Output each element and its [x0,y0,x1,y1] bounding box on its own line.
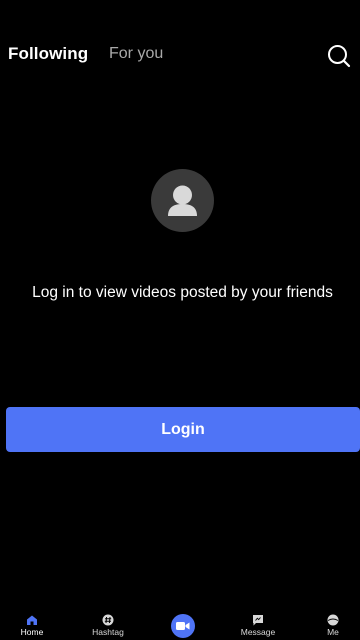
hashtag-icon [102,613,114,626]
bottom-navigation: Home Hashtag Message Me [0,605,360,640]
nav-label-home: Home [20,627,44,637]
nav-item-record[interactable] [168,605,198,640]
nav-item-message[interactable]: Message [234,605,282,640]
video-record-icon [171,614,195,638]
login-prompt-text: Log in to view videos posted by your fri… [32,284,333,301]
home-icon [26,613,38,625]
nav-item-hashtag[interactable]: Hashtag [84,605,132,640]
nav-label-me: Me [327,627,339,637]
tab-following[interactable]: Following [8,44,88,64]
nav-label-hashtag: Hashtag [92,627,124,637]
nav-item-me[interactable]: Me [318,605,348,640]
nav-item-home[interactable]: Home [12,605,52,640]
nav-label-message: Message [240,627,276,637]
search-icon[interactable] [327,44,351,68]
profile-icon [327,613,339,626]
user-avatar-icon [151,169,214,232]
message-icon [252,613,264,626]
tab-for-you[interactable]: For you [109,45,163,63]
top-bar: Following For you [0,0,360,110]
login-button[interactable]: Login [6,407,360,452]
